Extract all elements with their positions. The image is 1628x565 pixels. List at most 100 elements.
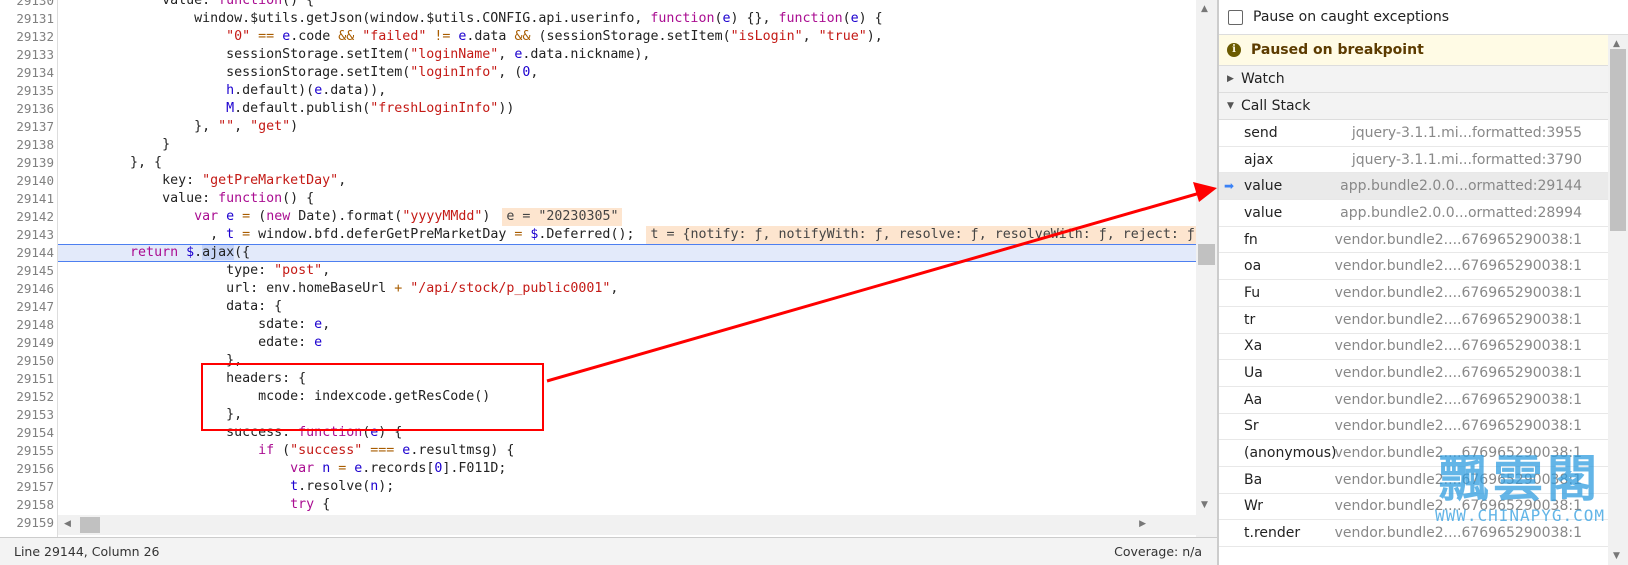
code-line: sessionStorage.setItem("loginName", e.da…: [66, 46, 1196, 64]
line-number[interactable]: 29153: [0, 406, 54, 424]
line-number[interactable]: 29139: [0, 154, 54, 172]
scroll-up-icon[interactable]: ▲: [1613, 39, 1620, 49]
source-editor[interactable]: 29130 29131 29132 29133 29134 29135 29136 29137…: [0, 0, 1196, 537]
line-number[interactable]: 29149: [0, 334, 54, 352]
line-number[interactable]: 29133: [0, 46, 54, 64]
code-token: (: [842, 11, 851, 26]
info-icon: i: [1227, 43, 1241, 57]
line-number[interactable]: 29144: [0, 244, 54, 262]
debugger-sidebar: Pause on caught exceptions i Paused on b…: [1219, 0, 1628, 565]
code-token: "0": [226, 29, 251, 44]
call-frame[interactable]: t.render vendor.bundle2....676965290038:1: [1219, 520, 1608, 547]
line-number[interactable]: 29159: [0, 514, 54, 532]
call-frame[interactable]: ➡ value app.bundle2.0.0...ormatted:29144: [1219, 173, 1608, 201]
line-number[interactable]: 29135: [0, 82, 54, 100]
line-number[interactable]: 29150: [0, 352, 54, 370]
code-token: "/api/stock/p_public0001": [410, 281, 611, 296]
pause-caught-checkbox[interactable]: [1228, 9, 1243, 25]
code-token: M: [226, 101, 235, 116]
frame-location[interactable]: vendor.bundle2....676965290038:1: [1335, 472, 1582, 488]
line-number[interactable]: 29154: [0, 424, 54, 442]
frame-location[interactable]: vendor.bundle2....676965290038:1: [1335, 445, 1582, 461]
call-frame[interactable]: ajax jquery-3.1.1.mi...formatted:3790: [1219, 147, 1608, 174]
line-number[interactable]: 29145: [0, 262, 54, 280]
line-number[interactable]: 29147: [0, 298, 54, 316]
frame-location[interactable]: app.bundle2.0.0...ormatted:28994: [1340, 205, 1582, 221]
frame-location[interactable]: app.bundle2.0.0...ormatted:29144: [1340, 178, 1582, 194]
code-token: var: [290, 461, 315, 476]
sidebar-scrollbar[interactable]: ▲ ▼: [1608, 35, 1628, 565]
frame-location[interactable]: vendor.bundle2....676965290038:1: [1335, 338, 1582, 354]
line-number[interactable]: 29158: [0, 496, 54, 514]
scroll-down-icon[interactable]: ▼: [1201, 500, 1208, 510]
code-line: h.default)(e.data)),: [66, 82, 1196, 100]
call-frame[interactable]: Ba vendor.bundle2....676965290038:1: [1219, 467, 1608, 494]
frame-function: value: [1244, 204, 1283, 221]
call-frame[interactable]: Aa vendor.bundle2....676965290038:1: [1219, 387, 1608, 414]
line-number[interactable]: 29151: [0, 370, 54, 388]
line-number[interactable]: 29146: [0, 280, 54, 298]
sidebar-scroll-thumb[interactable]: [1610, 49, 1626, 231]
frame-location[interactable]: vendor.bundle2....676965290038:1: [1335, 498, 1582, 514]
call-frame[interactable]: tr vendor.bundle2....676965290038:1: [1219, 307, 1608, 334]
frame-location[interactable]: vendor.bundle2....676965290038:1: [1335, 392, 1582, 408]
line-number[interactable]: 29152: [0, 388, 54, 406]
line-number[interactable]: 29140: [0, 172, 54, 190]
code-token: type:: [66, 263, 275, 278]
line-number[interactable]: 29138: [0, 136, 54, 154]
frame-location[interactable]: vendor.bundle2....676965290038:1: [1335, 312, 1582, 328]
line-number[interactable]: 29148: [0, 316, 54, 334]
watch-section-header[interactable]: ▶ Watch: [1219, 66, 1608, 93]
scroll-right-icon[interactable]: ▶: [1139, 519, 1146, 529]
call-frame[interactable]: oa vendor.bundle2....676965290038:1: [1219, 253, 1608, 281]
call-frame[interactable]: Fu vendor.bundle2....676965290038:1: [1219, 280, 1608, 307]
line-number[interactable]: 29130: [0, 0, 54, 10]
code-token: "freshLoginInfo": [370, 101, 499, 116]
call-frame[interactable]: fn vendor.bundle2....676965290038:1: [1219, 227, 1608, 254]
frame-function: Ua: [1244, 365, 1263, 382]
line-number[interactable]: 29142: [0, 208, 54, 226]
editor-scroll-thumb[interactable]: [1198, 244, 1215, 265]
code-token: ===: [370, 443, 395, 458]
line-number[interactable]: 29156: [0, 460, 54, 478]
line-number[interactable]: 29131: [0, 10, 54, 28]
editor-vertical-scrollbar[interactable]: ▲ ▼: [1196, 0, 1217, 537]
line-number[interactable]: 29137: [0, 118, 54, 136]
line-number[interactable]: 29143: [0, 226, 54, 244]
line-number[interactable]: 29134: [0, 64, 54, 82]
frame-location[interactable]: jquery-3.1.1.mi...formatted:3955: [1352, 125, 1582, 141]
frame-location[interactable]: vendor.bundle2....676965290038:1: [1335, 525, 1582, 541]
line-number[interactable]: 29155: [0, 442, 54, 460]
horizontal-scroll-thumb[interactable]: [80, 517, 100, 533]
line-number[interactable]: 29141: [0, 190, 54, 208]
frame-location[interactable]: vendor.bundle2....676965290038:1: [1335, 365, 1582, 381]
call-frame[interactable]: Sr vendor.bundle2....676965290038:1: [1219, 414, 1608, 441]
frame-location[interactable]: vendor.bundle2....676965290038:1: [1335, 258, 1582, 274]
line-number-gutter[interactable]: 29130 29131 29132 29133 29134 29135 29136 29137…: [0, 0, 58, 537]
code-token: t: [290, 479, 299, 494]
horizontal-scrollbar[interactable]: ◀ ▶: [58, 515, 1196, 535]
line-number[interactable]: 29157: [0, 478, 54, 496]
call-frame[interactable]: value app.bundle2.0.0...ormatted:28994: [1219, 200, 1608, 227]
frame-location[interactable]: jquery-3.1.1.mi...formatted:3790: [1352, 152, 1582, 168]
frame-location[interactable]: vendor.bundle2....676965290038:1: [1335, 418, 1582, 434]
line-number[interactable]: 29136: [0, 100, 54, 118]
scroll-up-icon[interactable]: ▲: [1201, 4, 1208, 14]
scroll-left-icon[interactable]: ◀: [64, 519, 71, 529]
scroll-down-icon[interactable]: ▼: [1613, 551, 1620, 561]
code-line: if ("success" === e.resultmsg) {: [66, 442, 1196, 460]
pause-on-caught-exceptions[interactable]: Pause on caught exceptions: [1219, 0, 1628, 35]
call-frame[interactable]: Wr vendor.bundle2....676965290038:1: [1219, 494, 1608, 521]
coverage-status[interactable]: Coverage: n/a: [1114, 538, 1202, 565]
code-line: "0" == e.code && "failed" != e.data && (…: [66, 28, 1196, 46]
frame-location[interactable]: vendor.bundle2....676965290038:1: [1335, 232, 1582, 248]
call-frame[interactable]: (anonymous) vendor.bundle2....67696529003…: [1219, 440, 1608, 467]
call-frame[interactable]: Xa vendor.bundle2....676965290038:1: [1219, 334, 1608, 361]
code-token: (: [250, 209, 267, 224]
call-frame[interactable]: send jquery-3.1.1.mi...formatted:3955: [1219, 120, 1608, 147]
call-stack-section-header[interactable]: ▼ Call Stack: [1219, 93, 1608, 120]
line-number[interactable]: 29132: [0, 28, 54, 46]
call-frame[interactable]: Ua vendor.bundle2....676965290038:1: [1219, 360, 1608, 387]
frame-location[interactable]: vendor.bundle2....676965290038:1: [1335, 285, 1582, 301]
